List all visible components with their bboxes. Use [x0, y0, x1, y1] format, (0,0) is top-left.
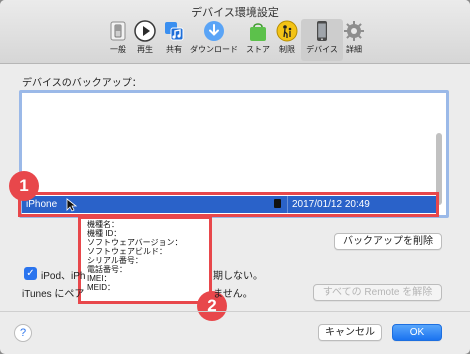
remote-info-text-end: ません。: [213, 289, 253, 300]
sync-option-text-start: iPod、iPh: [41, 271, 86, 282]
music-share-icon: [165, 22, 184, 41]
gear-icon: [344, 21, 364, 41]
delete-backup-button[interactable]: バックアップを削除: [334, 233, 442, 250]
tab-download[interactable]: ダウンロード: [184, 19, 244, 61]
annotation-highlight-1: [18, 192, 439, 217]
forget-all-remotes-button[interactable]: すべての Remote を解除: [313, 284, 442, 301]
cancel-button[interactable]: キャンセル: [318, 324, 382, 341]
backups-section-label: デバイスのバックアップ：: [22, 78, 142, 89]
annotation-highlight-2: [78, 216, 212, 304]
window-title: デバイス環境設定: [191, 7, 279, 19]
toolbar: デバイス環境設定 一般 再生 共有 ダウンロード ストア 制限 デバイス 詳細: [0, 0, 470, 64]
preferences-window: デバイス環境設定 一般 再生 共有 ダウンロード ストア 制限 デバイス 詳細 …: [0, 0, 470, 354]
download-icon: [204, 21, 224, 41]
parental-control-icon: [276, 20, 298, 42]
sync-option-text-end: 期しない。: [213, 271, 263, 282]
annotation-badge-1: 1: [9, 171, 39, 201]
remote-info-text-start: iTunes にペア: [22, 289, 85, 300]
iphone-icon: [317, 21, 327, 41]
ok-button[interactable]: OK: [392, 324, 442, 341]
tab-advanced[interactable]: 詳細: [332, 19, 376, 61]
help-button[interactable]: ?: [14, 324, 32, 342]
sync-prevent-checkbox[interactable]: ✓: [24, 267, 37, 280]
footer-divider: [0, 311, 470, 312]
